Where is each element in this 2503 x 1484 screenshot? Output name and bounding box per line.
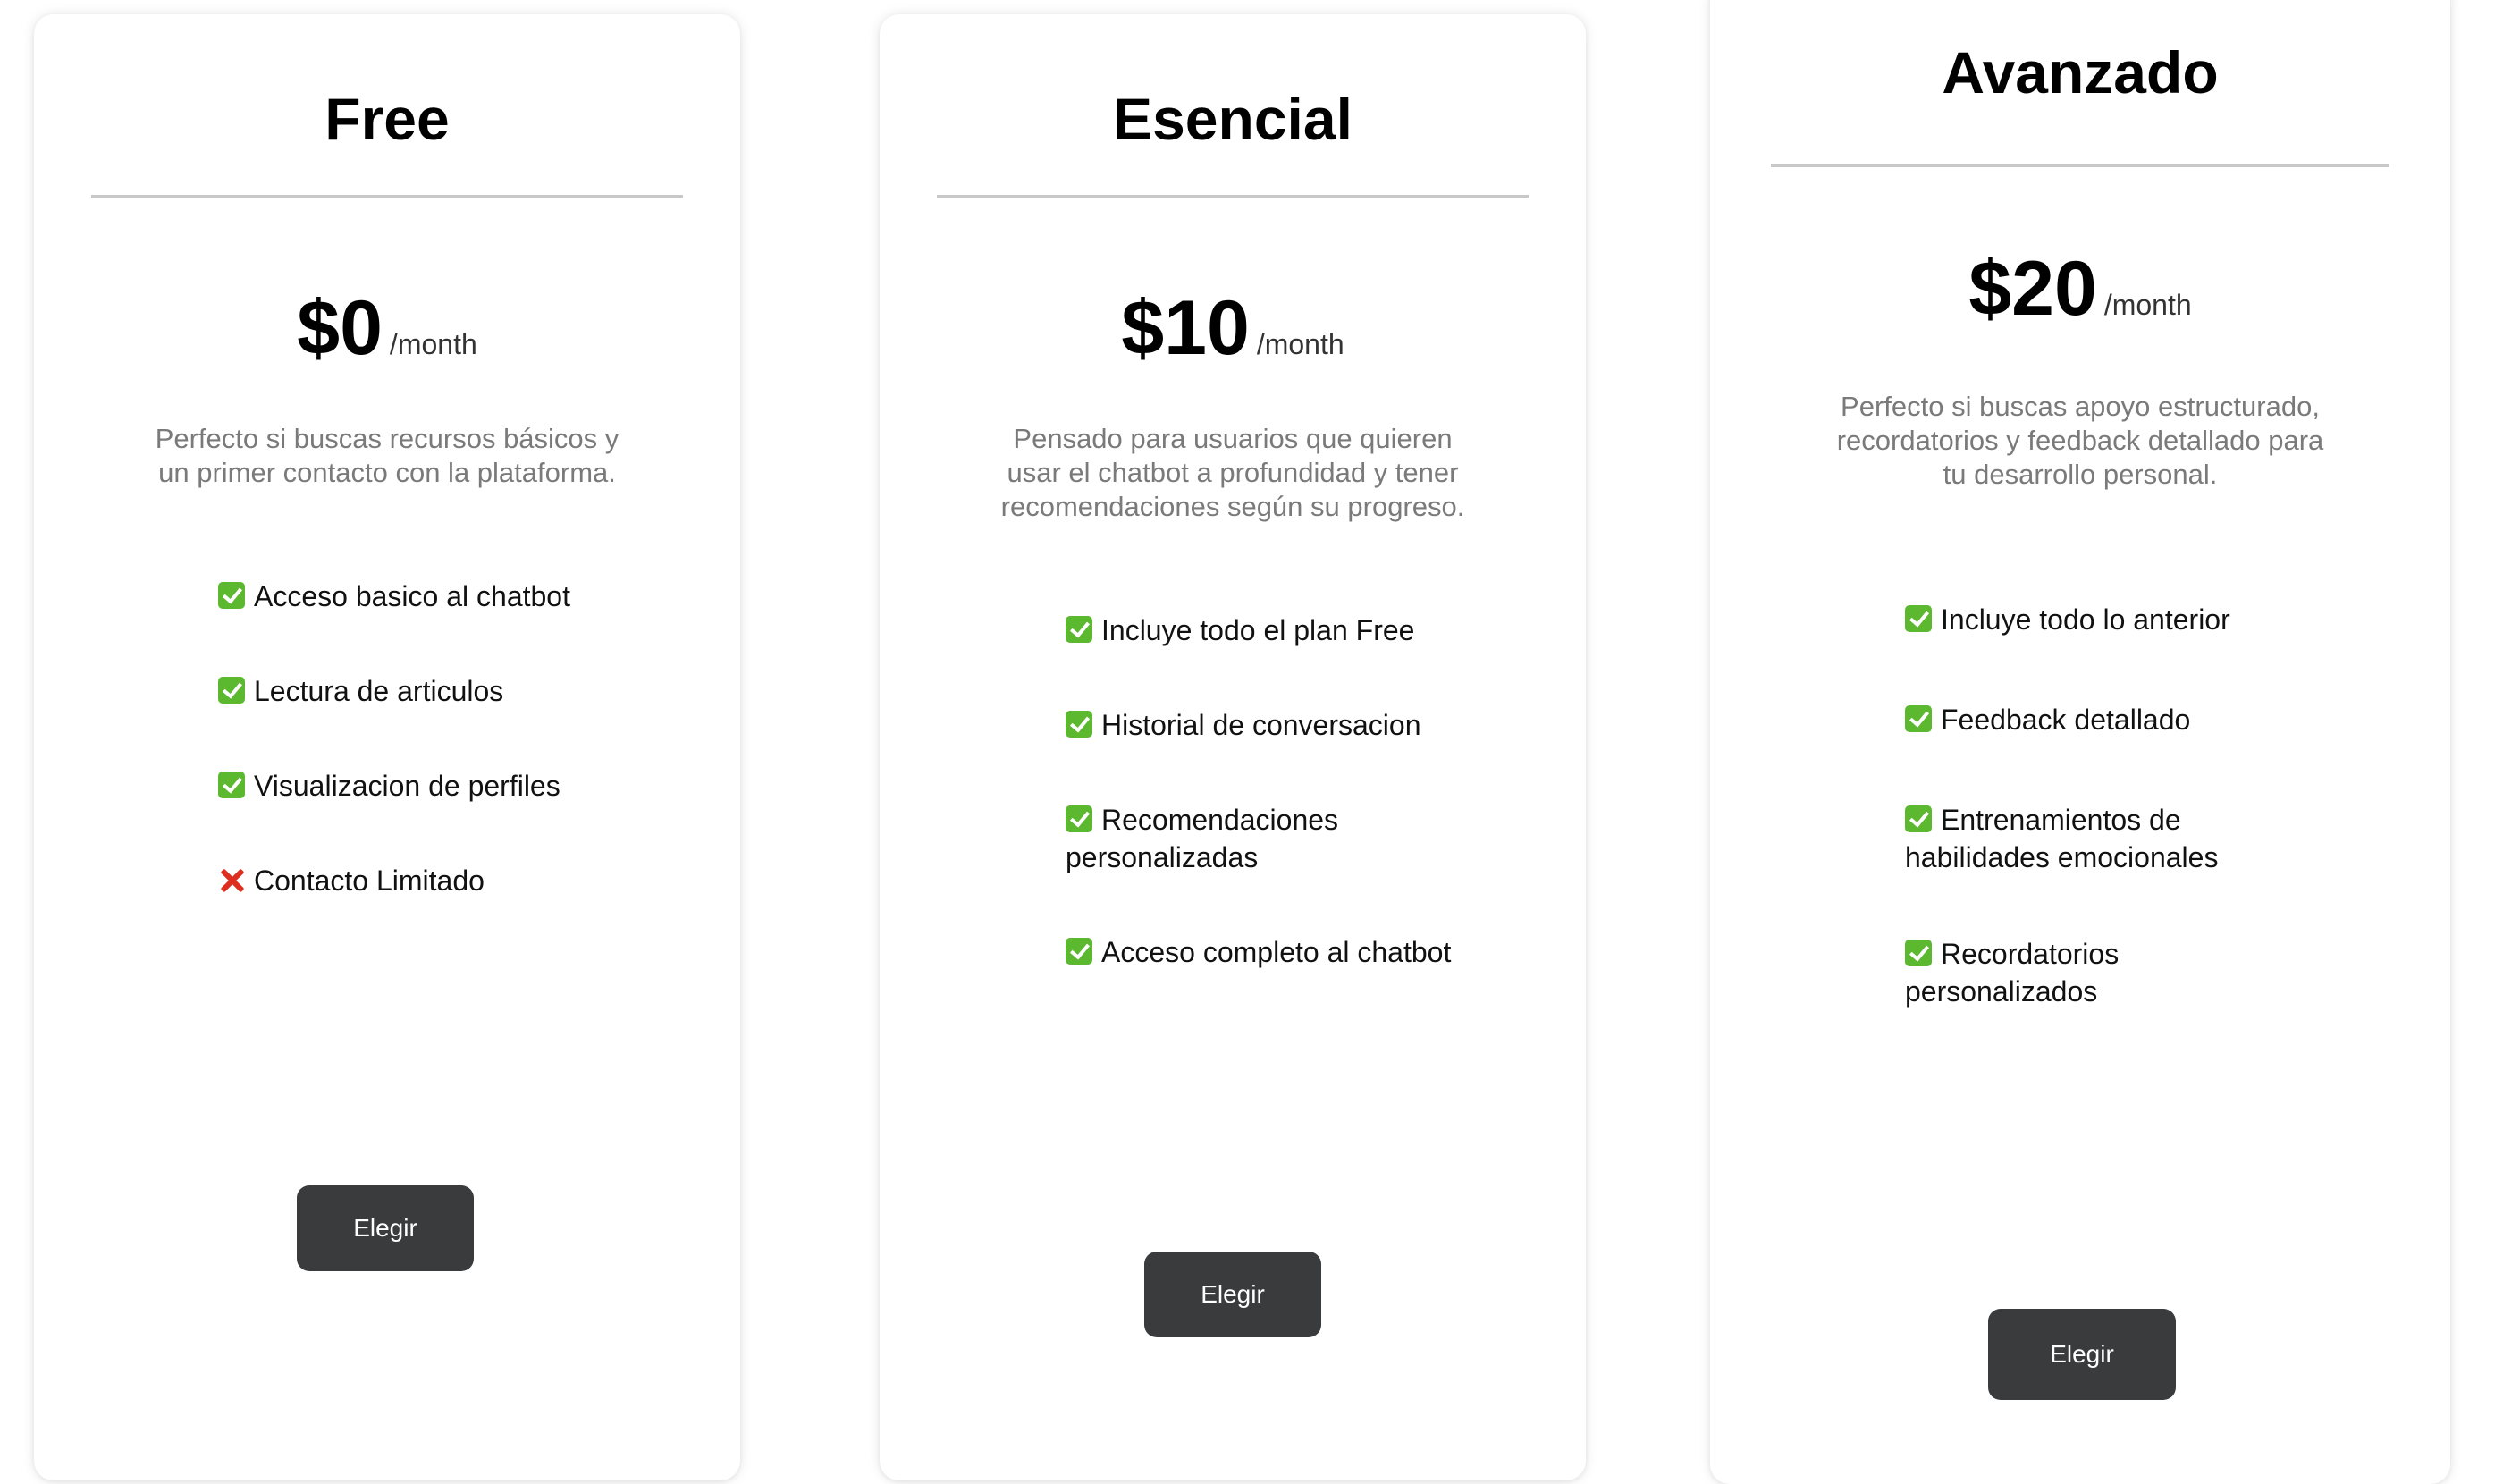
check-icon [1905, 605, 1932, 632]
feature-text: Contacto Limitado [254, 864, 485, 897]
feature-item: Acceso basico al chatbot [218, 578, 683, 615]
feature-list: Incluye todo lo anterior Feedback detall… [1905, 601, 2316, 1010]
cross-icon [218, 866, 245, 893]
check-icon [218, 677, 245, 704]
check-icon [1066, 711, 1092, 738]
plan-description: Pensado para usuarios que quieren usar e… [1000, 423, 1465, 522]
feature-item: Visualizacion de perfiles [218, 767, 683, 805]
price-period: /month [1256, 328, 1344, 360]
price-period: /month [389, 328, 477, 360]
check-icon [1905, 805, 1932, 832]
check-icon [218, 582, 245, 609]
feature-item: Incluye todo lo anterior [1905, 601, 2316, 638]
feature-text: Feedback detallado [1941, 704, 2191, 736]
choose-button[interactable]: Elegir [1144, 1252, 1321, 1337]
feature-text: Acceso completo al chatbot [1101, 936, 1452, 968]
feature-list: Incluye todo el plan Free Historial de c… [1066, 611, 1486, 971]
check-icon [1905, 940, 1932, 966]
choose-button[interactable]: Elegir [297, 1185, 474, 1271]
price-amount: $10 [1121, 285, 1250, 371]
feature-item: Lectura de articulos [218, 672, 683, 710]
plan-card-esencial: Esencial $10/month Pensado para usuarios… [880, 14, 1586, 1480]
feature-item: Historial de conversacion [1066, 706, 1486, 744]
choose-button[interactable]: Elegir [1988, 1309, 2176, 1400]
feature-text: Lectura de articulos [254, 675, 504, 707]
plan-title: Esencial [1113, 86, 1353, 152]
price-period: /month [2103, 289, 2192, 321]
feature-item: Recomendaciones personalizadas [1066, 801, 1486, 876]
check-icon [1066, 616, 1092, 643]
feature-item: Recordatorios personalizados [1905, 935, 2316, 1010]
plan-description: Perfecto si buscas apoyo estructurado, r… [1836, 391, 2324, 490]
price-amount: $20 [1968, 246, 2097, 332]
feature-text: Incluye todo lo anterior [1941, 603, 2230, 636]
check-icon [218, 772, 245, 798]
plan-description: Perfecto si buscas recursos básicos y un… [155, 423, 619, 488]
feature-text: Recomendaciones personalizadas [1066, 804, 1339, 873]
price-amount: $0 [297, 285, 383, 371]
feature-list: Acceso basico al chatbot Lectura de arti… [218, 578, 683, 899]
feature-item: Incluye todo el plan Free [1066, 611, 1486, 649]
feature-item: Contacto Limitado [218, 862, 683, 899]
feature-text: Acceso basico al chatbot [254, 580, 570, 612]
check-icon [1066, 805, 1092, 832]
price: $20/month [1710, 250, 2450, 327]
price: $0/month [34, 290, 740, 367]
plan-title: Avanzado [1942, 39, 2219, 105]
feature-text: Recordatorios personalizados [1905, 938, 2120, 1008]
feature-item: Entrenamientos de habilidades emocionale… [1905, 801, 2316, 876]
plan-card-free: Free $0/month Perfecto si buscas recurso… [34, 14, 740, 1480]
feature-item: Feedback detallado [1905, 701, 2316, 738]
plan-title: Free [324, 86, 450, 152]
plan-card-avanzado: Avanzado $20/month Perfecto si buscas ap… [1710, 0, 2450, 1484]
divider [91, 195, 683, 198]
feature-text: Incluye todo el plan Free [1101, 614, 1415, 646]
feature-item: Acceso completo al chatbot [1066, 933, 1486, 971]
feature-text: Entrenamientos de habilidades emocionale… [1905, 804, 2219, 873]
check-icon [1066, 938, 1092, 965]
feature-text: Historial de conversacion [1101, 709, 1421, 741]
check-icon [1905, 705, 1932, 732]
feature-text: Visualizacion de perfiles [254, 770, 560, 802]
divider [1771, 164, 2389, 167]
divider [937, 195, 1529, 198]
price: $10/month [880, 290, 1586, 367]
